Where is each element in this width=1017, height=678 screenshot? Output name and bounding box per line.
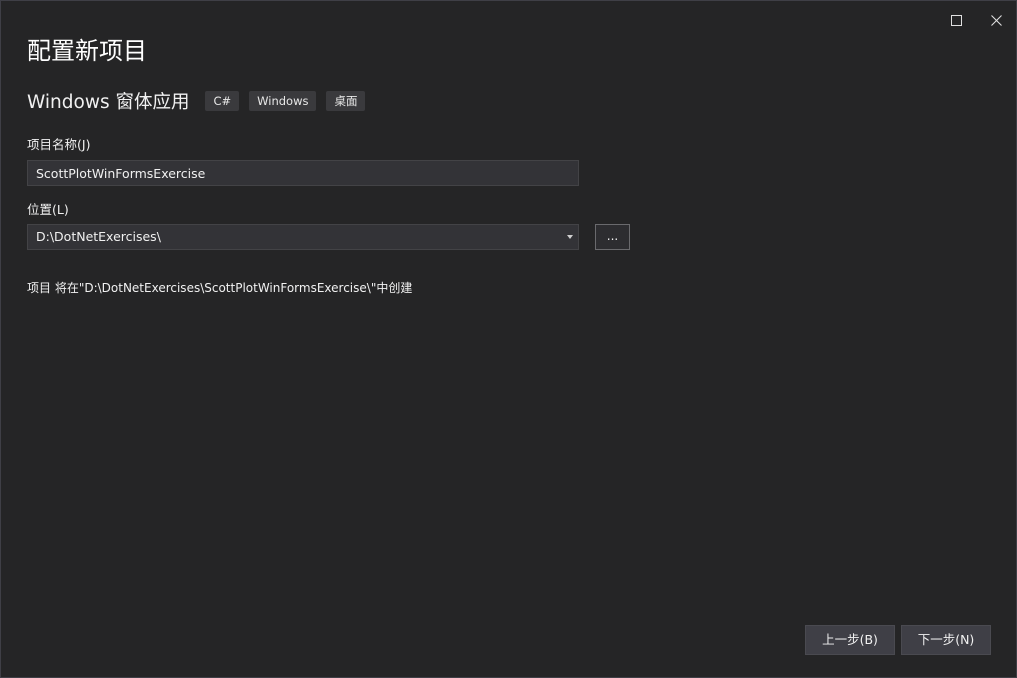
project-name-input[interactable] <box>27 160 579 186</box>
configure-project-dialog: 配置新项目 Windows 窗体应用 C# Windows 桌面 项目名称(J)… <box>0 0 1017 678</box>
maximize-button[interactable] <box>940 7 972 33</box>
page-title: 配置新项目 <box>27 37 147 65</box>
maximize-icon <box>950 14 962 26</box>
project-path-info: 项目 将在"D:\DotNetExercises\ScottPlotWinFor… <box>27 281 413 295</box>
location-value: D:\DotNetExercises\ <box>36 229 161 244</box>
next-button[interactable]: 下一步(N) <box>901 625 991 655</box>
template-header: Windows 窗体应用 C# Windows 桌面 <box>27 89 375 113</box>
chevron-down-icon <box>567 235 573 239</box>
tag-language: C# <box>205 91 240 111</box>
tag-project-type: 桌面 <box>326 91 366 111</box>
tag-platform: Windows <box>249 91 317 111</box>
location-label: 位置(L) <box>27 202 69 217</box>
project-name-label: 项目名称(J) <box>27 137 91 152</box>
close-button[interactable] <box>980 7 1012 33</box>
close-icon <box>990 14 1002 26</box>
location-dropdown[interactable]: D:\DotNetExercises\ <box>27 224 579 250</box>
back-button[interactable]: 上一步(B) <box>805 625 895 655</box>
template-name: Windows 窗体应用 <box>27 92 190 113</box>
browse-button[interactable]: ... <box>595 224 630 250</box>
